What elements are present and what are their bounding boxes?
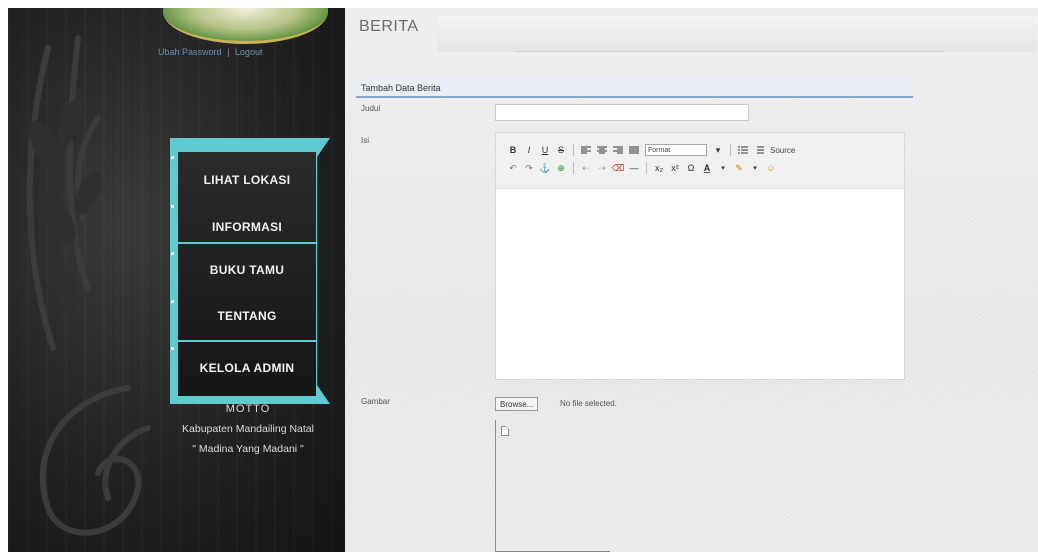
menu-item-lihat-lokasi[interactable]: LIHAT LOKASI <box>178 158 316 202</box>
highlight-color-icon[interactable]: ✎ <box>732 161 746 175</box>
numbered-list-icon[interactable] <box>752 143 766 157</box>
bullet-list-icon[interactable] <box>736 143 750 157</box>
subscript-icon[interactable]: x₂ <box>652 161 666 175</box>
text-color-icon[interactable]: A <box>700 161 714 175</box>
menu-divider <box>178 242 316 244</box>
horizontal-rule-icon[interactable]: — <box>627 161 641 175</box>
menu-bullet <box>171 205 174 208</box>
menu-bullet <box>171 300 174 303</box>
special-char-icon[interactable]: Ω <box>684 161 698 175</box>
editor-content-area[interactable] <box>496 190 904 379</box>
title-field[interactable] <box>495 104 749 121</box>
strikethrough-icon[interactable]: S <box>554 143 568 157</box>
anchor-icon[interactable]: ⚓ <box>538 161 552 175</box>
toolbar-separator <box>573 144 574 156</box>
chevron-down-icon[interactable]: ▾ <box>716 161 730 175</box>
editor-toolbar-row-2: ↶ ↷ ⚓ ⊕ ⇠ ⇢ ⌫ — x₂ x² Ω A ▾ ✎ ▾ ☺ <box>506 159 894 177</box>
broken-image-icon <box>501 426 509 436</box>
undo-icon[interactable]: ↶ <box>506 161 520 175</box>
emoticon-icon[interactable]: ☺ <box>764 161 778 175</box>
toolbar-separator <box>646 162 647 174</box>
menu-bullet <box>171 347 174 350</box>
align-center-icon[interactable] <box>595 143 609 157</box>
link-separator: | <box>227 47 230 57</box>
link-icon[interactable]: ⊕ <box>554 161 568 175</box>
image-field-label: Gambar <box>361 397 390 406</box>
title-bar <box>437 16 1037 52</box>
motto-line-regency: Kabupaten Mandailing Natal <box>182 423 314 435</box>
unlink-icon[interactable]: ⇠ <box>579 161 593 175</box>
redo-icon[interactable]: ↷ <box>522 161 536 175</box>
main-content: BERITA Tambah Data Berita Judul Isi B I … <box>345 8 1038 552</box>
toolbar-separator <box>573 162 574 174</box>
image-icon[interactable]: ⇢ <box>595 161 609 175</box>
motto-block: MOTTO Kabupaten Mandailing Natal " Madin… <box>158 399 338 459</box>
motto-heading: MOTTO <box>225 403 271 415</box>
underline-icon[interactable]: U <box>538 143 552 157</box>
image-preview <box>495 420 610 552</box>
file-status-text: No file selected. <box>560 399 617 408</box>
align-justify-icon[interactable] <box>627 143 641 157</box>
source-button[interactable]: Source <box>768 143 797 157</box>
page: Ubah Password | Logout LIHAT LOKASI INFO… <box>0 0 1038 552</box>
italic-icon[interactable]: I <box>522 143 536 157</box>
menu-item-kelola-admin[interactable]: KELOLA ADMIN <box>178 346 316 390</box>
editor-toolbar: B I U S Format ▾ Source ↶ ↷ ⚓ ⊕ ⇠ ⇢ ⌫ — … <box>496 133 904 189</box>
menu-item-buku-tamu[interactable]: BUKU TAMU <box>178 248 316 292</box>
chevron-down-icon[interactable]: ▾ <box>711 143 725 157</box>
browse-button[interactable]: Browse... <box>495 397 539 411</box>
bold-icon[interactable]: B <box>506 143 520 157</box>
motto-line-slogan: " Madina Yang Madani " <box>192 443 304 455</box>
menu-bullet <box>171 156 174 159</box>
change-password-link[interactable]: Ubah Password <box>158 47 222 57</box>
menu-item-tentang[interactable]: TENTANG <box>178 294 316 338</box>
rich-text-editor: B I U S Format ▾ Source ↶ ↷ ⚓ ⊕ ⇠ ⇢ ⌫ — … <box>495 132 905 380</box>
user-links: Ubah Password | Logout <box>158 47 262 57</box>
title-field-label: Judul <box>361 104 381 113</box>
menu-divider <box>178 340 316 342</box>
page-title: BERITA <box>359 18 419 35</box>
content-field-label: Isi <box>361 136 369 145</box>
title-underline <box>515 51 945 52</box>
align-left-icon[interactable] <box>579 143 593 157</box>
toolbar-separator <box>730 144 731 156</box>
menu-bullet <box>171 252 174 255</box>
format-select[interactable]: Format <box>645 144 707 156</box>
chevron-down-icon[interactable]: ▾ <box>748 161 762 175</box>
superscript-icon[interactable]: x² <box>668 161 682 175</box>
form-header: Tambah Data Berita <box>356 77 913 98</box>
eraser-icon[interactable]: ⌫ <box>611 161 625 175</box>
logout-link[interactable]: Logout <box>235 47 263 57</box>
editor-toolbar-row-1: B I U S Format ▾ Source <box>506 141 894 159</box>
align-right-icon[interactable] <box>611 143 625 157</box>
